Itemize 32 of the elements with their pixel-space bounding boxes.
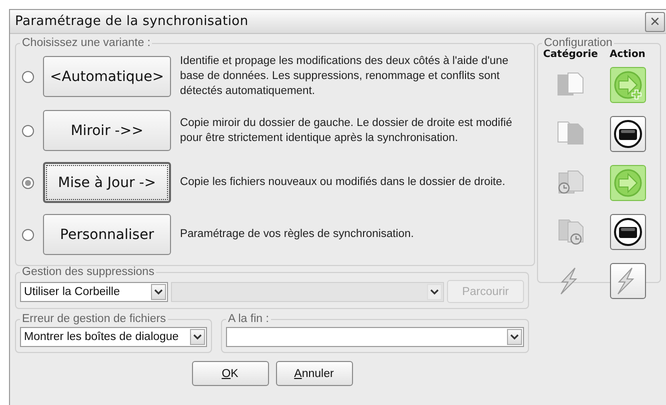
- group-legend: Gestion des suppressions: [20, 266, 156, 278]
- group-legend: Erreur de gestion de fichiers: [20, 313, 168, 325]
- action-button[interactable]: [610, 214, 646, 250]
- radio-button[interactable]: [22, 176, 34, 188]
- group-legend: Configuration: [542, 37, 614, 49]
- close-button[interactable]: ×: [645, 12, 665, 32]
- error-handling-dropdown[interactable]: Montrer les boîtes de dialogue: [20, 327, 207, 347]
- disc-icon: [612, 119, 642, 149]
- variant-description: Paramétrage de vos règles de synchronisation.: [180, 227, 415, 242]
- dialog-button[interactable]: Annuler: [276, 361, 352, 386]
- group-legend: A la fin :: [226, 313, 271, 325]
- variant-description: Copie miroir du dossier de gauche. Le dossier de droite est modifié pour être strictement identique après la synchronisation.: [180, 116, 514, 146]
- window-title: Paramétrage de la synchronisation: [15, 14, 248, 29]
- variant-button[interactable]: Miroir ->>: [43, 110, 171, 151]
- variant-button[interactable]: Personnaliser: [43, 214, 171, 255]
- arrow-plus-icon: [612, 70, 642, 100]
- group-legend: Choisissez une variante :: [20, 37, 152, 49]
- column-header: Action: [610, 49, 646, 60]
- dialog-button[interactable]: OK: [192, 361, 268, 386]
- completion-dropdown[interactable]: [226, 327, 524, 347]
- variant-description: Identifie et propage les modifications des deux côtés à l'aide d'une base de données. Les suppressions, renommage et conflits sont détectés automatiquement.: [180, 54, 510, 99]
- variant-button[interactable]: <Automatique>: [43, 56, 171, 97]
- disc-icon: [612, 217, 642, 247]
- variant-description: Copie les fichiers nouveaux ou modifiés dans le dossier de droite.: [180, 175, 506, 190]
- clock-document-icon: [556, 217, 586, 247]
- action-button[interactable]: [610, 116, 646, 152]
- deletion-dropdown[interactable]: Utiliser la Corbeille: [20, 282, 168, 302]
- radio-button[interactable]: [22, 228, 34, 240]
- radio-button[interactable]: [22, 70, 34, 82]
- column-header: Catégorie: [543, 49, 598, 60]
- radio-button[interactable]: [22, 124, 34, 136]
- variant-button[interactable]: Mise à Jour ->: [43, 162, 171, 203]
